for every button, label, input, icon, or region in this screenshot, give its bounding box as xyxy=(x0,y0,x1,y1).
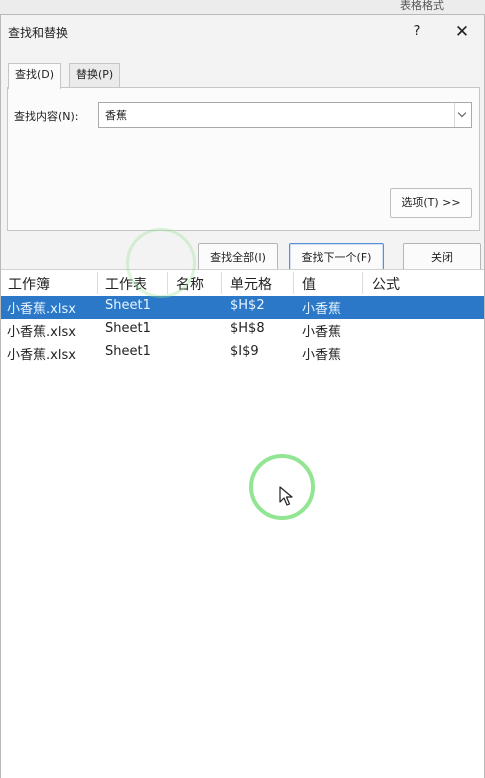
column-header-workbook[interactable]: 工作簿 xyxy=(8,274,50,294)
cell-sheet: Sheet1 xyxy=(105,344,151,359)
column-header-sheet[interactable]: 工作表 xyxy=(105,274,147,294)
cell-workbook: 小香蕉.xlsx xyxy=(7,348,76,363)
find-what-label: 查找内容(N): xyxy=(14,110,79,123)
cell-address: $H$2 xyxy=(230,298,265,313)
background-strip-text: 表格格式 xyxy=(400,0,444,12)
tab-find[interactable]: 查找(D) xyxy=(8,63,62,89)
results-table: 工作簿 工作表 名称 单元格 值 公式 小香蕉.xlsx Sheet1 $H$2… xyxy=(1,269,484,778)
cell-sheet: Sheet1 xyxy=(105,321,151,336)
cell-value: 小香蕉 xyxy=(302,302,342,317)
help-button[interactable]: ? xyxy=(405,21,429,43)
column-divider[interactable] xyxy=(293,272,294,294)
cell-address: $I$9 xyxy=(230,344,259,359)
dialog-title: 查找和替换 xyxy=(8,26,69,40)
options-button[interactable]: 选项(T) >> xyxy=(390,188,472,218)
dialog-titlebar: 查找和替换 ? ✕ xyxy=(1,15,484,49)
column-divider[interactable] xyxy=(362,272,363,294)
column-header-value[interactable]: 值 xyxy=(302,274,316,294)
mouse-pointer-icon xyxy=(279,486,293,506)
background-app-strip: 表格格式 xyxy=(0,0,485,15)
find-what-input[interactable]: 香蕉 xyxy=(98,102,472,128)
dropdown-chevron-icon[interactable] xyxy=(454,103,471,127)
cell-sheet: Sheet1 xyxy=(105,298,151,313)
column-divider[interactable] xyxy=(167,272,168,294)
cell-value: 小香蕉 xyxy=(302,348,342,363)
table-row[interactable]: 小香蕉.xlsx Sheet1 $I$9 小香蕉 xyxy=(1,342,484,365)
column-header-formula[interactable]: 公式 xyxy=(372,274,400,294)
close-icon[interactable]: ✕ xyxy=(449,21,475,43)
find-panel: 查找内容(N): 香蕉 选项(T) >> xyxy=(7,87,480,231)
tab-replace[interactable]: 替换(P) xyxy=(69,63,121,87)
column-header-name[interactable]: 名称 xyxy=(176,274,204,294)
column-divider[interactable] xyxy=(221,272,222,294)
results-header: 工作簿 工作表 名称 单元格 值 公式 xyxy=(1,270,484,296)
cell-workbook: 小香蕉.xlsx xyxy=(7,302,76,317)
table-row[interactable]: 小香蕉.xlsx Sheet1 $H$2 小香蕉 xyxy=(1,296,484,319)
cell-value: 小香蕉 xyxy=(302,325,342,340)
find-replace-dialog: 查找和替换 ? ✕ 查找(D) 替换(P) 查找内容(N): 香蕉 选项(T) … xyxy=(0,14,485,778)
cell-workbook: 小香蕉.xlsx xyxy=(7,325,76,340)
column-divider[interactable] xyxy=(97,272,98,294)
find-what-value[interactable]: 香蕉 xyxy=(105,107,127,123)
cell-address: $H$8 xyxy=(230,321,265,336)
column-header-cell[interactable]: 单元格 xyxy=(230,274,272,294)
table-row[interactable]: 小香蕉.xlsx Sheet1 $H$8 小香蕉 xyxy=(1,319,484,342)
